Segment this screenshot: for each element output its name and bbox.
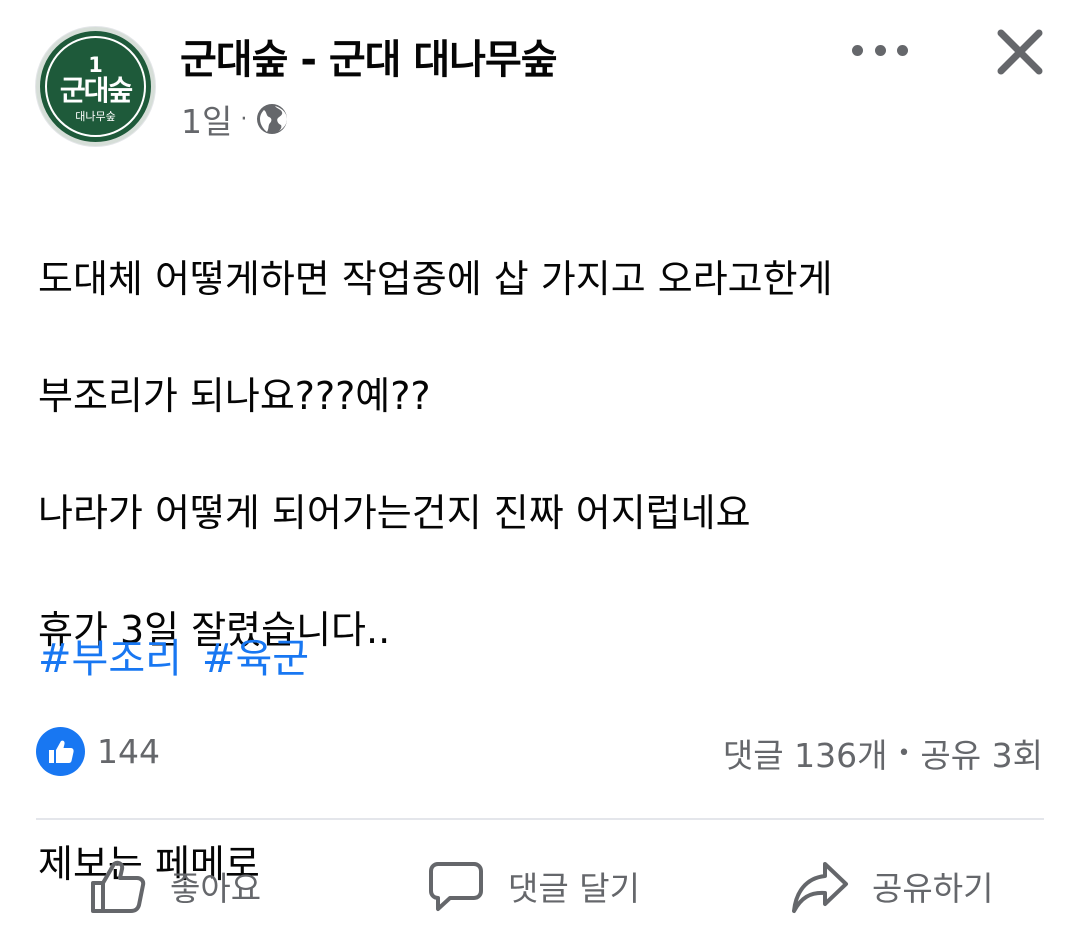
like-button-label: 좋아요 [170, 869, 262, 908]
more-dot [897, 44, 908, 56]
comment-count[interactable]: 댓글 136개 [723, 729, 888, 777]
hashtags: #부조리 #육군 [38, 626, 309, 684]
like-count: 144 [97, 732, 160, 771]
post-body-line: 나라가 어떻게 되어가는건지 진짜 어지럽네요 [38, 490, 751, 535]
like-reaction-icon [36, 727, 85, 776]
hashtag-link[interactable]: #부조리 [38, 626, 182, 684]
page-name[interactable]: 군대숲 - 군대 대나무숲 [180, 27, 558, 85]
meta-separator: · [240, 106, 248, 132]
page-avatar[interactable]: 1 군대숲 대나무숲 [36, 27, 155, 146]
more-dot [874, 44, 886, 56]
post-time[interactable]: 1일 [181, 95, 232, 143]
share-button[interactable]: 공유하기 [790, 838, 993, 934]
more-dot [852, 44, 863, 56]
post-body-line: 도대체 어떻게하면 작업중에 삽 가지고 오라고한게 [38, 256, 833, 301]
comment-icon [426, 856, 486, 916]
thumbs-up-icon [88, 856, 148, 916]
post-meta: 1일 · [181, 95, 289, 143]
post-body: 도대체 어떻게하면 작업중에 삽 가지고 오라고한게 부조리가 되나요???예?… [38, 191, 1048, 943]
reactions-summary[interactable]: 144 [36, 727, 160, 776]
post-body-line: 부조리가 되나요???예?? [38, 373, 431, 418]
share-count[interactable]: 공유 3회 [920, 729, 1043, 777]
globe-icon [255, 102, 289, 136]
comment-button[interactable]: 댓글 달기 [426, 838, 640, 934]
comment-button-label: 댓글 달기 [508, 869, 640, 908]
close-icon[interactable] [993, 25, 1047, 79]
stats-separator: • [897, 740, 911, 766]
avatar-ring [45, 36, 146, 137]
more-icon[interactable] [852, 30, 908, 70]
divider [36, 818, 1044, 820]
engagement-stats: 댓글 136개 • 공유 3회 [723, 729, 1043, 777]
share-icon [790, 856, 850, 916]
action-bar: 좋아요 댓글 달기 공유하기 [0, 838, 1080, 934]
hashtag-link[interactable]: #육군 [202, 626, 309, 684]
share-button-label: 공유하기 [872, 869, 994, 908]
like-button[interactable]: 좋아요 [88, 838, 261, 934]
